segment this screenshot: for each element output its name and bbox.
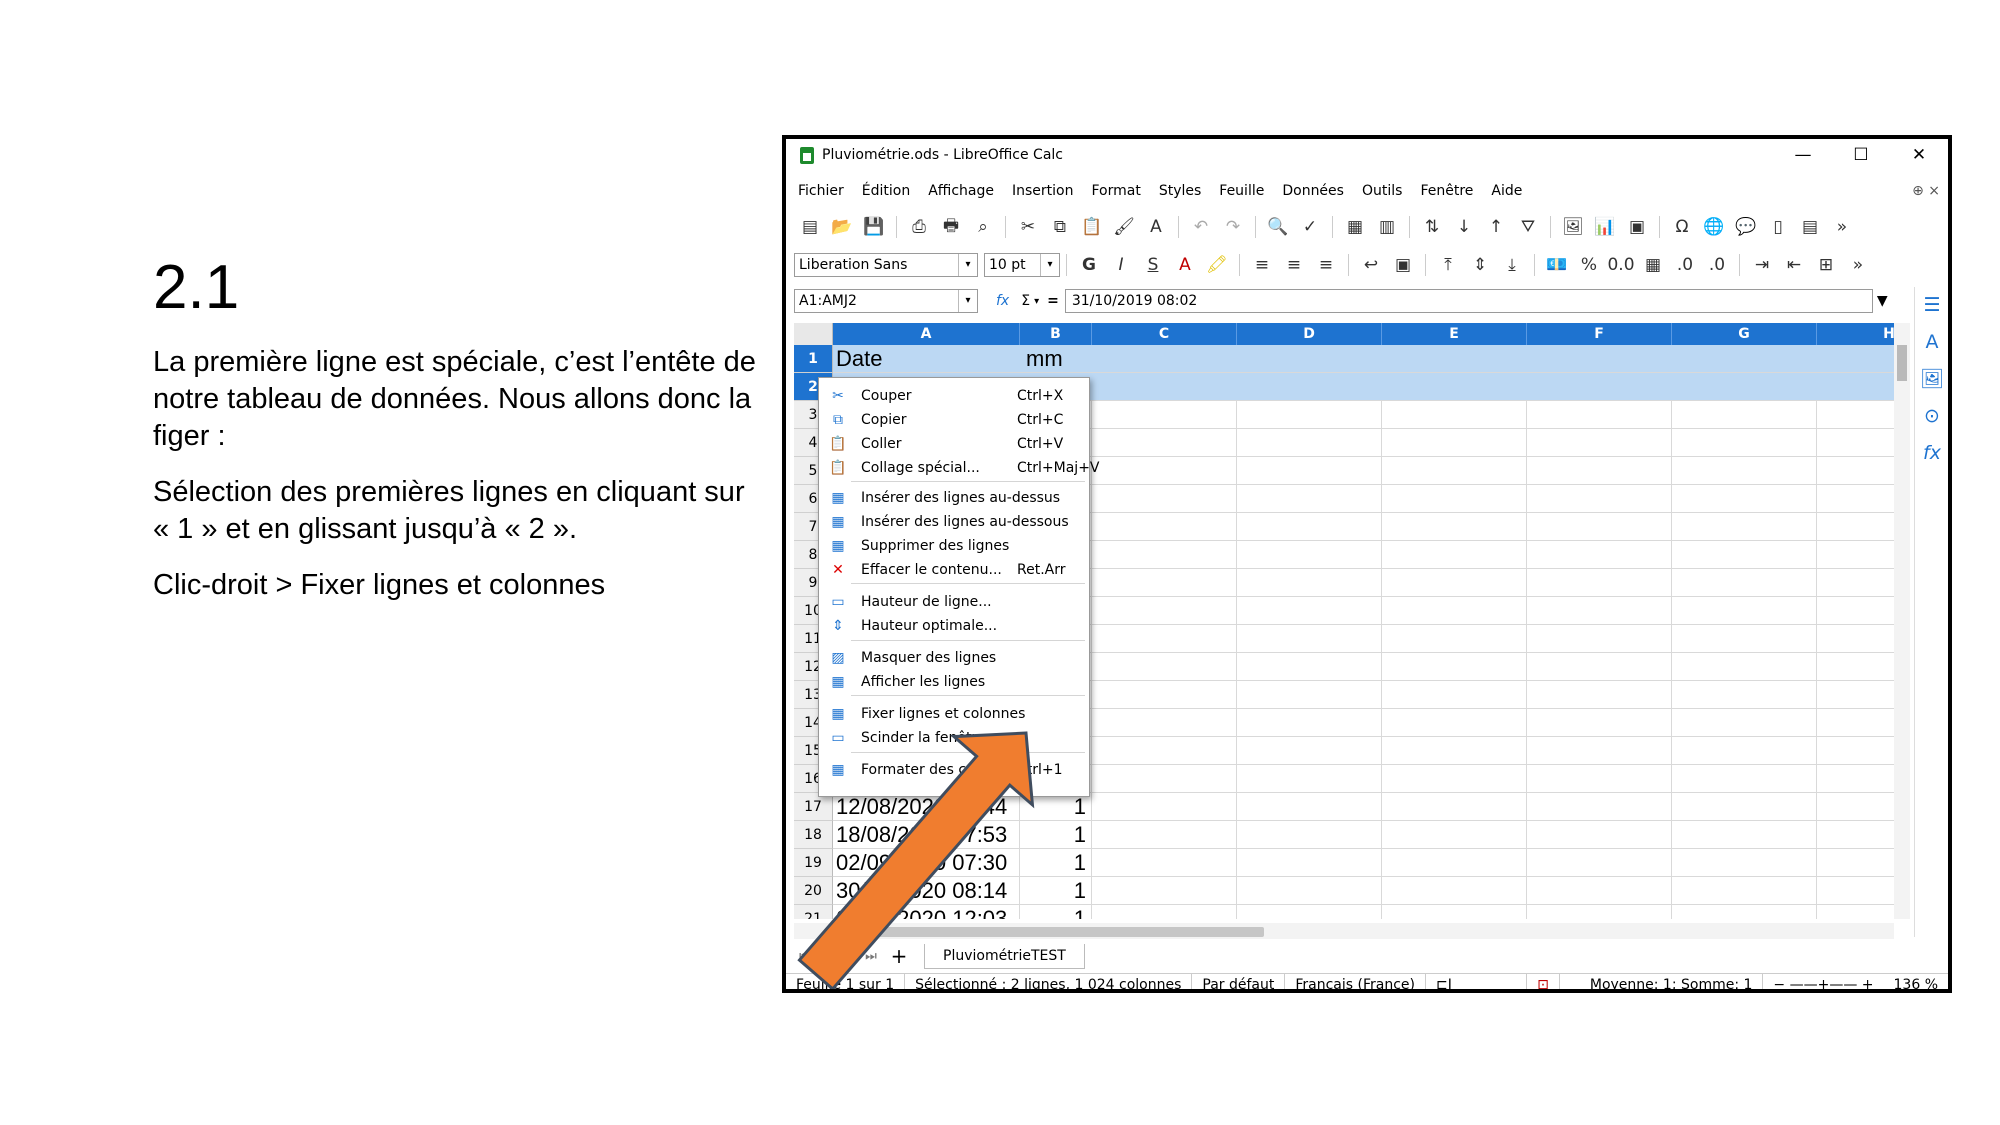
- slide-paragraph: Clic-droit > Fixer lignes et colonnes: [153, 569, 606, 601]
- orange-arrow: [797, 731, 1035, 989]
- slide-title: 2.1: [153, 253, 240, 322]
- slide-body: La première ligne est spéciale, c’est l’…: [153, 344, 763, 623]
- arrow-shape: [797, 731, 1035, 989]
- slide-paragraph: La première ligne est spéciale, c’est l’…: [153, 346, 756, 452]
- calc-window: Pluviométrie.ods - LibreOffice Calc — ☐ …: [782, 135, 1952, 993]
- slide-paragraph: Sélection des premières lignes en cliqua…: [153, 476, 745, 545]
